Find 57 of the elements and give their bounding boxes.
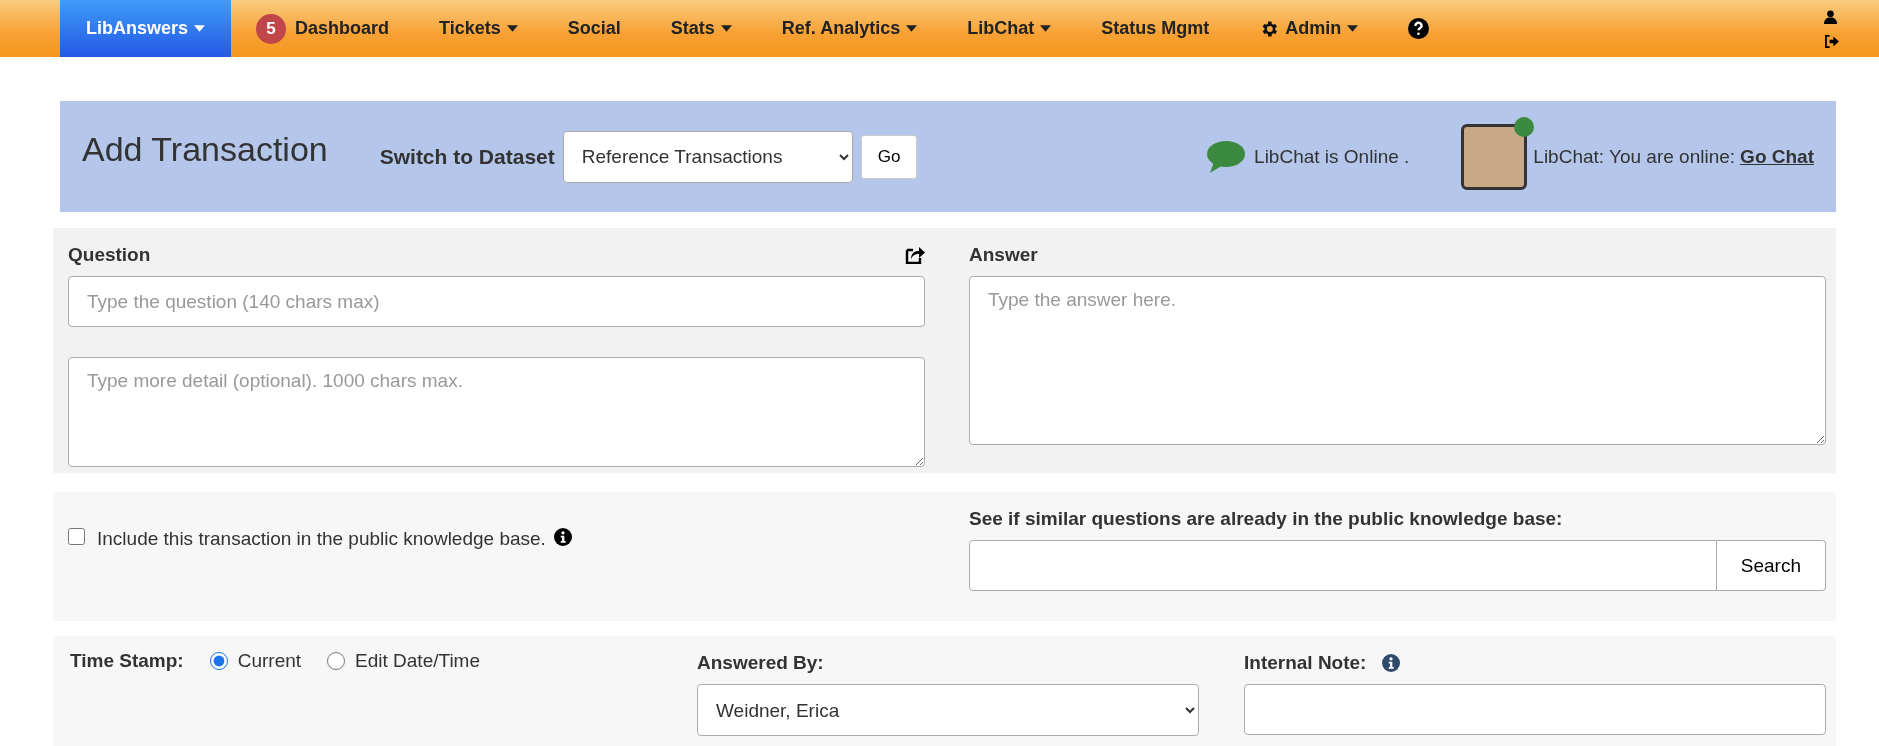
nav-label: Social (567, 18, 621, 39)
nav-label: Ref. Analytics (781, 18, 901, 39)
count-badge: 5 (256, 13, 286, 44)
nav-link[interactable]: Ref. Analytics (756, 0, 943, 57)
detail-field[interactable]: Type more detail (optional). 1000 chars max. (68, 357, 925, 467)
caret-icon (906, 25, 918, 32)
user-status-text: LibChat: You are online: (1533, 145, 1736, 168)
brand-menu[interactable]: LibAnswers (60, 0, 231, 57)
nav-link[interactable]: Admin (1234, 0, 1384, 57)
share-icon[interactable] (905, 246, 925, 264)
include-checkbox[interactable] (68, 528, 85, 545)
nav-label: Dashboard (295, 18, 390, 39)
nav-link[interactable]: Stats (645, 0, 757, 57)
caret-icon (194, 25, 205, 32)
sign-out-icon[interactable] (1824, 34, 1839, 48)
nav-link[interactable]: Status Mgmt (1076, 0, 1235, 57)
time-radio[interactable] (209, 652, 228, 670)
caret-icon (1347, 25, 1359, 32)
internal-note-field[interactable] (1244, 684, 1826, 735)
go-chat-link[interactable]: Go Chat (1740, 145, 1814, 168)
time-option-label: Current (237, 650, 302, 672)
time-radio[interactable] (327, 652, 346, 670)
info-icon (1382, 654, 1401, 672)
info-icon (553, 528, 572, 546)
go-button[interactable]: Go (860, 134, 918, 179)
answer-field[interactable]: Type the answer here. (969, 276, 1826, 445)
nav-link[interactable]: LibChat (942, 0, 1077, 57)
nav-label: LibChat (967, 18, 1035, 39)
question-label: Question (68, 244, 151, 266)
internal-note-label: Internal Note: (1244, 652, 1367, 674)
nav-label: Stats (670, 18, 715, 39)
answered-by-select[interactable]: Weidner, Erica (697, 684, 1199, 736)
brand-label: LibAnswers (86, 18, 188, 39)
speech-bubble-icon (1206, 139, 1247, 174)
time-stamp-label: Time Stamp: (70, 650, 184, 672)
search-label: See if similar questions are already in the public knowledge base: (969, 508, 1563, 530)
search-field[interactable] (969, 540, 1717, 591)
nav-label: Status Mgmt (1101, 18, 1210, 39)
question-field[interactable]: Type the question (140 chars max) (68, 276, 925, 327)
caret-icon (1040, 25, 1052, 32)
time-option-label: Edit Date/Time (355, 650, 480, 672)
nav-link[interactable]: 5 Dashboard (231, 0, 415, 57)
dataset-select[interactable]: Reference Transactions (562, 130, 853, 183)
nav-label: Tickets (439, 18, 501, 39)
caret-icon (720, 25, 732, 32)
search-button[interactable]: Search (1716, 540, 1826, 591)
dataset-label: Switch to Dataset (379, 144, 555, 169)
page-title: Add Transaction (82, 130, 328, 169)
caret-icon (506, 25, 518, 32)
answer-label: Answer (969, 244, 1038, 266)
chat-status-text: LibChat is Online . (1254, 145, 1410, 168)
include-label: Include this transaction in the public knowledge base. (97, 528, 546, 550)
user-icon[interactable] (1824, 9, 1839, 24)
nav-label: Admin (1285, 18, 1342, 39)
answered-by-label: Answered By: (697, 652, 824, 674)
nav-link[interactable]: Social (542, 0, 646, 57)
nav-link[interactable]: Tickets (414, 0, 543, 57)
